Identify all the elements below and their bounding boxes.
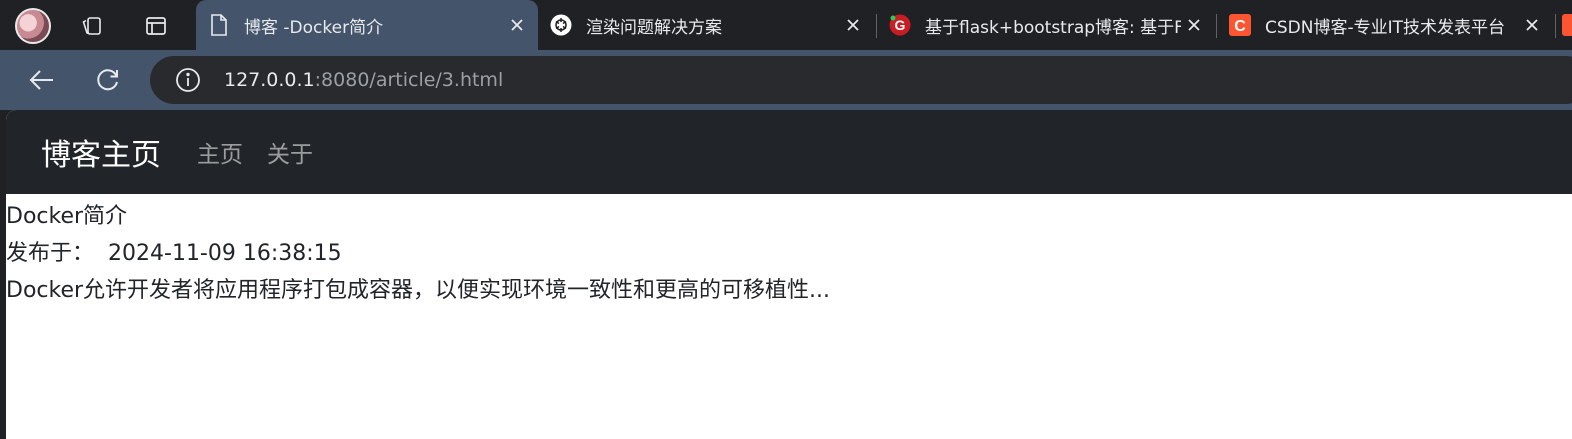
nav-link-about[interactable]: 关于 [267, 135, 313, 169]
tab-title: 渲染问题解决方案 [586, 17, 722, 38]
url-text[interactable]: 127.0.0.1:8080/article/3.html [224, 69, 503, 91]
close-tab-icon[interactable] [1181, 12, 1207, 38]
nav-link-home[interactable]: 主页 [197, 135, 243, 169]
close-tab-icon[interactable] [840, 12, 866, 38]
svg-text:C: C [1234, 18, 1246, 35]
tab-actions-icon[interactable] [142, 12, 170, 40]
collections-icon[interactable] [78, 12, 106, 40]
site-info-icon[interactable] [174, 66, 202, 94]
article: Docker简介 发布于： 2024-11-09 16:38:15 Docker允… [6, 198, 1572, 309]
profile-avatar[interactable] [15, 8, 51, 44]
back-arrow-icon[interactable] [24, 62, 60, 98]
site-navbar: 博客主页 主页 关于 [6, 110, 1572, 194]
gitee-icon: G [889, 14, 911, 36]
chatgpt-icon [550, 14, 572, 36]
url-path: :8080/article/3.html [314, 69, 504, 91]
article-summary: Docker允许开发者将应用程序打包成容器，以便实现环境一致性和更高的可移植性.… [6, 278, 831, 303]
tab-title: 基于flask+bootstrap博客: 基于F [925, 17, 1181, 38]
published-date: 2024-11-09 16:38:15 [108, 241, 342, 266]
browser-toolbar: 127.0.0.1:8080/article/3.html [0, 50, 1572, 110]
tab-separator [1555, 14, 1556, 38]
tab-title: CSDN博客-专业IT技术发表平台 [1265, 17, 1506, 38]
tab-csdn[interactable]: C CSDN博客-专业IT技术发表平台 [1217, 0, 1553, 50]
published-label: 发布于： [6, 241, 95, 266]
navbar-brand[interactable]: 博客主页 [41, 130, 161, 174]
svg-text:G: G [895, 17, 906, 33]
tab-flask-blog[interactable]: G 基于flask+bootstrap博客: 基于F [877, 0, 1215, 50]
article-title: Docker简介 [6, 204, 128, 229]
article-meta: 发布于： 2024-11-09 16:38:15 [6, 235, 1572, 272]
address-bar[interactable]: 127.0.0.1:8080/article/3.html [150, 56, 1572, 104]
reload-icon[interactable] [90, 62, 126, 98]
tab-render-issue[interactable]: 渲染问题解决方案 [538, 0, 874, 50]
csdn-icon[interactable] [1562, 14, 1572, 36]
tab-title: 博客 -Docker简介 [244, 17, 384, 38]
tab-docker-article[interactable]: 博客 -Docker简介 [196, 0, 538, 50]
csdn-icon: C [1229, 14, 1251, 36]
page-viewport: 博客主页 主页 关于 Docker简介 发布于： 2024-11-09 16:38… [6, 110, 1572, 439]
file-icon [208, 14, 230, 36]
url-host: 127.0.0.1 [224, 69, 315, 91]
close-tab-icon[interactable] [1519, 12, 1545, 38]
close-tab-icon[interactable] [504, 12, 530, 38]
tab-strip: 博客 -Docker简介 渲染问题解决方案 G 基于flask+bootstra… [0, 0, 1572, 50]
